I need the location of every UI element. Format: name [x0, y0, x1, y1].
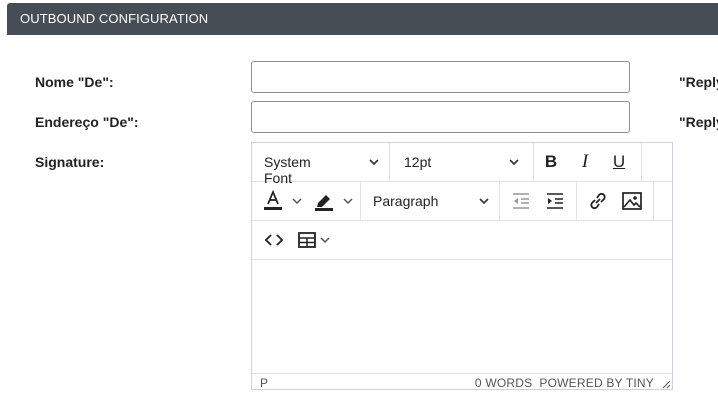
editor-content-area[interactable]	[252, 260, 672, 373]
font-family-select[interactable]: System Font	[252, 143, 390, 186]
from-name-input[interactable]	[251, 61, 630, 93]
chevron-down-icon[interactable]	[290, 194, 304, 208]
chevron-down-icon	[509, 159, 519, 166]
link-icon[interactable]	[587, 191, 609, 211]
resize-handle-icon[interactable]	[661, 379, 671, 389]
italic-icon[interactable]: I	[571, 148, 599, 176]
block-format-value: Paragraph	[373, 193, 439, 209]
font-size-value: 12pt	[404, 154, 432, 170]
insert-group	[577, 182, 654, 220]
indent-icon[interactable]	[545, 192, 565, 210]
element-path[interactable]: P	[260, 376, 268, 390]
powered-by-link[interactable]: POWERED BY TINY	[539, 376, 654, 390]
toolbar-row-2: Paragraph	[252, 182, 672, 221]
indent-group	[500, 182, 577, 220]
from-address-label: Endereço "De":	[35, 114, 139, 130]
reply-label-1: "Reply	[679, 74, 718, 90]
from-name-label: Nome "De":	[35, 74, 114, 90]
toolbar-row-3	[252, 221, 672, 260]
chevron-down-icon	[479, 198, 489, 205]
panel-title: OUTBOUND CONFIGURATION	[20, 11, 209, 26]
signature-label: Signature:	[35, 154, 105, 170]
word-count[interactable]: 0 WORDS	[475, 376, 532, 390]
image-icon[interactable]	[621, 191, 643, 211]
underline-icon[interactable]: U	[605, 148, 633, 176]
text-style-group: B I U	[534, 143, 642, 181]
from-address-input[interactable]	[251, 101, 630, 133]
color-group	[252, 182, 361, 220]
table-icon[interactable]	[297, 231, 317, 249]
text-color-icon[interactable]	[262, 190, 284, 212]
editor-statusbar: P 0 WORDS POWERED BY TINY	[252, 373, 672, 390]
chevron-down-icon[interactable]	[318, 233, 332, 247]
toolbar-row-1: System Font 12pt B I U	[252, 143, 672, 186]
font-size-select[interactable]: 12pt	[390, 143, 534, 181]
reply-label-2: "Reply	[679, 114, 718, 130]
bold-icon[interactable]: B	[537, 148, 565, 176]
outdent-icon[interactable]	[511, 192, 531, 210]
panel-header: OUTBOUND CONFIGURATION	[7, 3, 718, 35]
block-format-select[interactable]: Paragraph	[361, 182, 500, 220]
chevron-down-icon	[369, 159, 379, 166]
source-code-icon[interactable]	[264, 231, 284, 249]
signature-editor: System Font 12pt B I U Paragraph P 0 WOR…	[251, 142, 673, 390]
highlight-icon[interactable]	[313, 190, 335, 212]
chevron-down-icon[interactable]	[341, 194, 355, 208]
